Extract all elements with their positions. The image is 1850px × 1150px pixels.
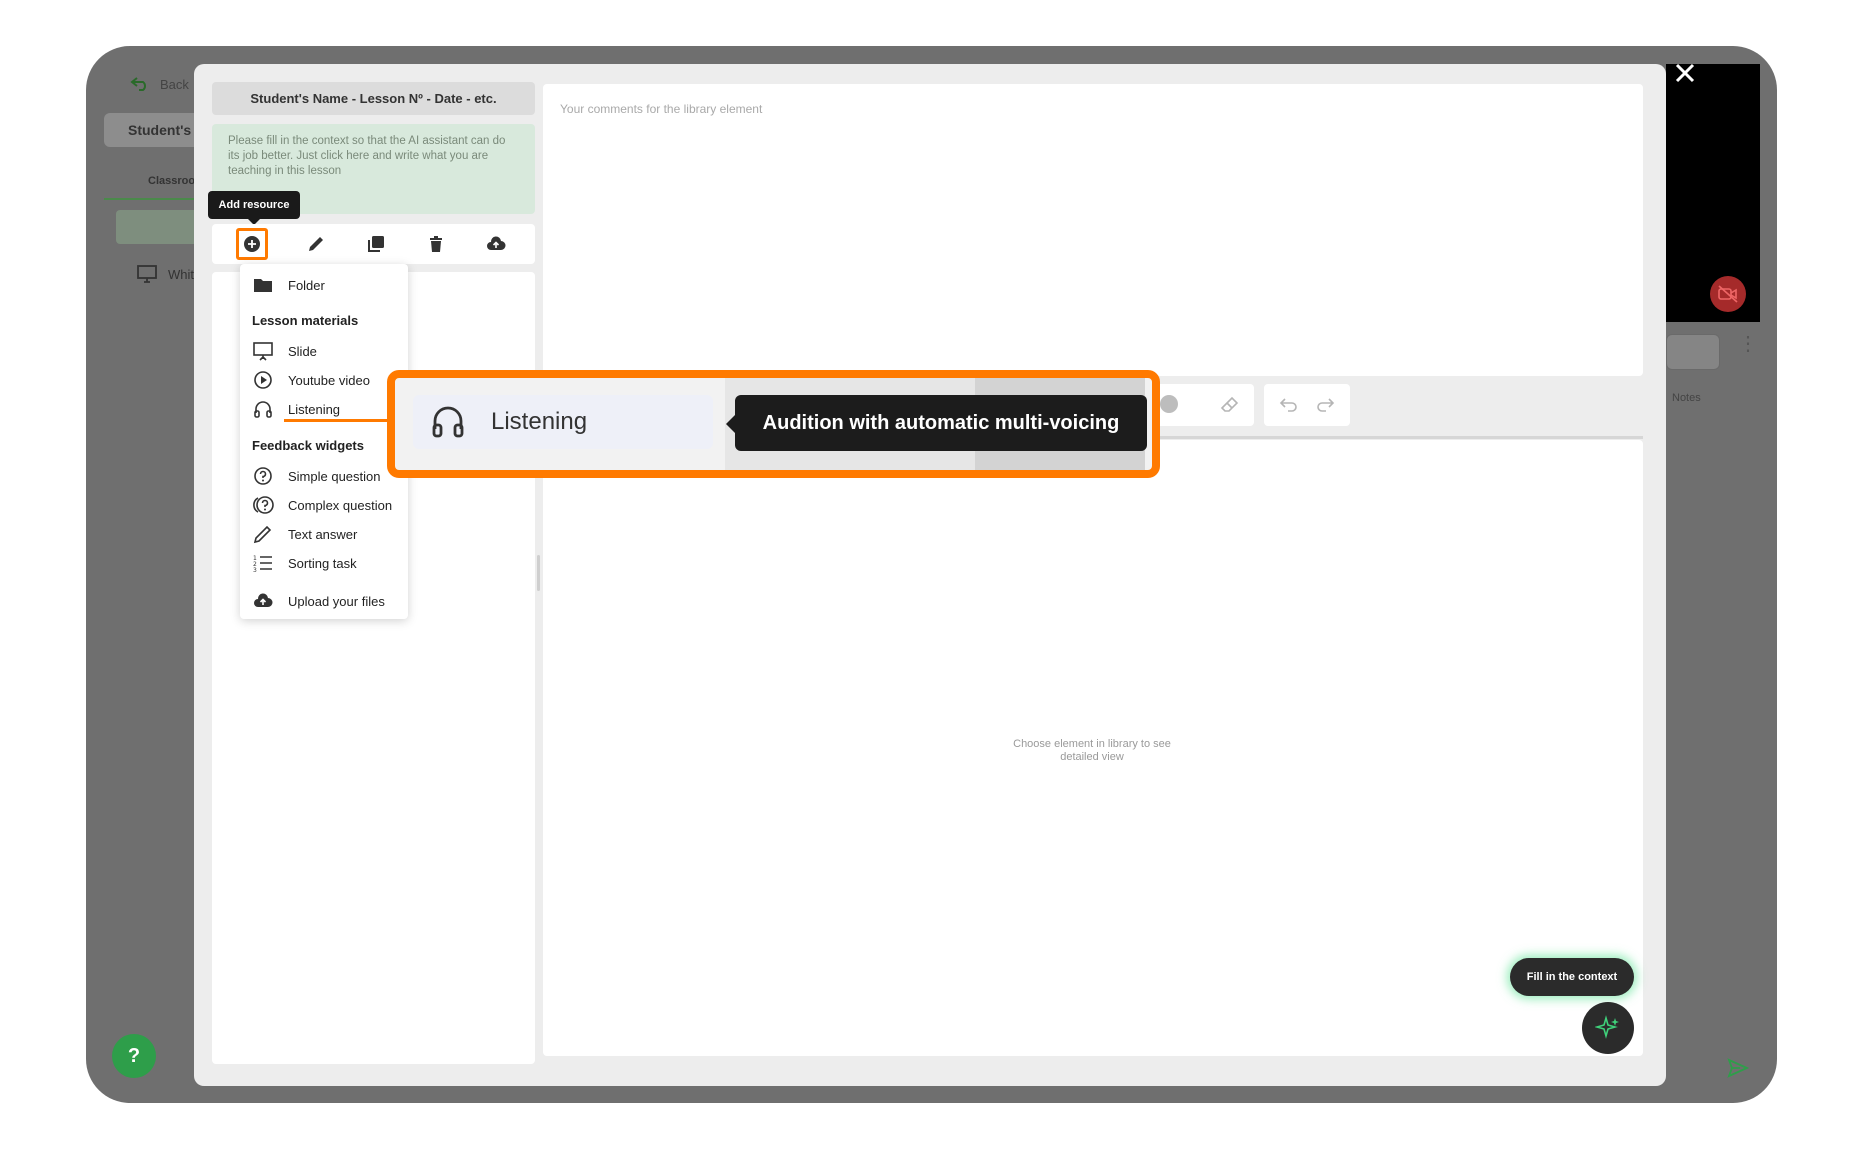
copy-icon <box>368 236 384 252</box>
close-modal-button[interactable] <box>1668 56 1702 90</box>
callout-listening-item[interactable]: Listening <box>413 395 713 449</box>
menu-item-sorting-task[interactable]: 123 Sorting task <box>252 553 357 573</box>
notes-tab[interactable]: Notes <box>1672 392 1701 404</box>
menu-sorting-task-label: Sorting task <box>288 555 357 571</box>
background-green-bar <box>116 210 206 244</box>
menu-item-folder[interactable]: Folder <box>252 275 325 295</box>
back-label: Back <box>160 76 189 92</box>
svg-text:3: 3 <box>253 567 257 573</box>
pen-icon <box>253 525 272 544</box>
cloud-upload-icon <box>254 593 273 607</box>
duplicate-button[interactable] <box>362 230 390 258</box>
cloud-upload-icon <box>487 236 506 250</box>
headphones-icon <box>432 406 464 438</box>
comments-area[interactable] <box>543 84 1643 376</box>
redo-icon <box>1317 398 1335 412</box>
send-icon[interactable] <box>1726 1056 1750 1080</box>
choose-element-hint: Choose element in library to see detaile… <box>1013 738 1171 763</box>
redo-button[interactable] <box>1314 395 1336 415</box>
menu-item-upload[interactable]: Upload your files <box>252 591 385 611</box>
panel-splitter[interactable] <box>537 555 540 591</box>
menu-folder-label: Folder <box>288 277 325 293</box>
menu-simple-question-label: Simple question <box>288 468 381 484</box>
whiteboard-item[interactable]: Whit <box>136 264 194 284</box>
listening-tooltip: Audition with automatic multi-voicing <box>726 395 1147 451</box>
eraser-button[interactable] <box>1218 392 1242 416</box>
feedback-widgets-heading: Feedback widgets <box>252 438 364 453</box>
sparkles-icon <box>1595 1015 1619 1039</box>
menu-item-text-answer[interactable]: Text answer <box>252 524 357 544</box>
menu-item-complex-question[interactable]: Complex question <box>252 495 392 515</box>
back-link[interactable]: Back <box>130 76 189 92</box>
menu-text-answer-label: Text answer <box>288 526 358 542</box>
undo-button[interactable] <box>1278 395 1300 415</box>
color-dot[interactable] <box>1160 395 1178 413</box>
menu-upload-label: Upload your files <box>288 593 385 609</box>
menu-youtube-label: Youtube video <box>288 372 370 388</box>
pencil-icon <box>309 237 323 251</box>
upload-button[interactable] <box>482 230 510 258</box>
question-circle-icon <box>254 467 272 485</box>
eraser-icon <box>1220 396 1239 412</box>
add-resource-button[interactable] <box>236 228 268 260</box>
undo-icon <box>1279 398 1297 412</box>
lesson-materials-heading: Lesson materials <box>252 313 359 328</box>
monitor-icon <box>137 265 157 283</box>
back-arrow-icon <box>130 77 146 91</box>
listening-callout: Listening Audition with automatic multi-… <box>387 370 1160 478</box>
double-question-icon <box>253 496 274 514</box>
ordered-list-icon: 123 <box>253 555 272 573</box>
whiteboard-label: Whit <box>168 266 194 282</box>
camera-off-button[interactable] <box>1710 276 1746 312</box>
undo-redo-group <box>1264 384 1350 426</box>
trash-icon <box>430 236 442 252</box>
ai-assistant-button[interactable] <box>1582 1002 1634 1054</box>
add-resource-tooltip: Add resource <box>208 191 300 225</box>
listening-highlight-underline <box>284 419 394 422</box>
close-icon <box>1675 63 1695 83</box>
callout-listening-label: Listening <box>491 408 588 435</box>
camera-off-icon <box>1718 285 1738 303</box>
folder-icon <box>254 279 272 292</box>
menu-complex-question-label: Complex question <box>288 497 393 513</box>
fill-context-button[interactable]: Fill in the context <box>1510 958 1634 996</box>
play-circle-icon <box>254 371 272 389</box>
menu-item-youtube[interactable]: Youtube video <box>252 370 370 390</box>
presentation-icon <box>253 342 273 361</box>
comments-placeholder: Your comments for the library element <box>560 102 763 116</box>
menu-item-slide[interactable]: Slide <box>252 341 317 361</box>
menu-listening-label: Listening <box>288 401 341 417</box>
add-resource-menu: Folder Lesson materials Slide Youtube vi… <box>240 264 408 619</box>
delete-button[interactable] <box>422 230 450 258</box>
headphones-icon <box>254 401 272 418</box>
more-options-icon[interactable]: ⋮ <box>1738 334 1758 354</box>
menu-slide-label: Slide <box>288 343 317 359</box>
help-button[interactable]: ? <box>112 1034 156 1078</box>
menu-item-listening[interactable]: Listening <box>252 399 340 419</box>
edit-button[interactable] <box>302 230 330 258</box>
plus-circle-icon <box>244 236 260 252</box>
lesson-title[interactable]: Student's Name - Lesson Nº - Date - etc. <box>212 82 535 115</box>
library-toolbar <box>212 224 535 264</box>
menu-item-simple-question[interactable]: Simple question <box>252 466 381 486</box>
background-input[interactable] <box>1666 334 1720 370</box>
